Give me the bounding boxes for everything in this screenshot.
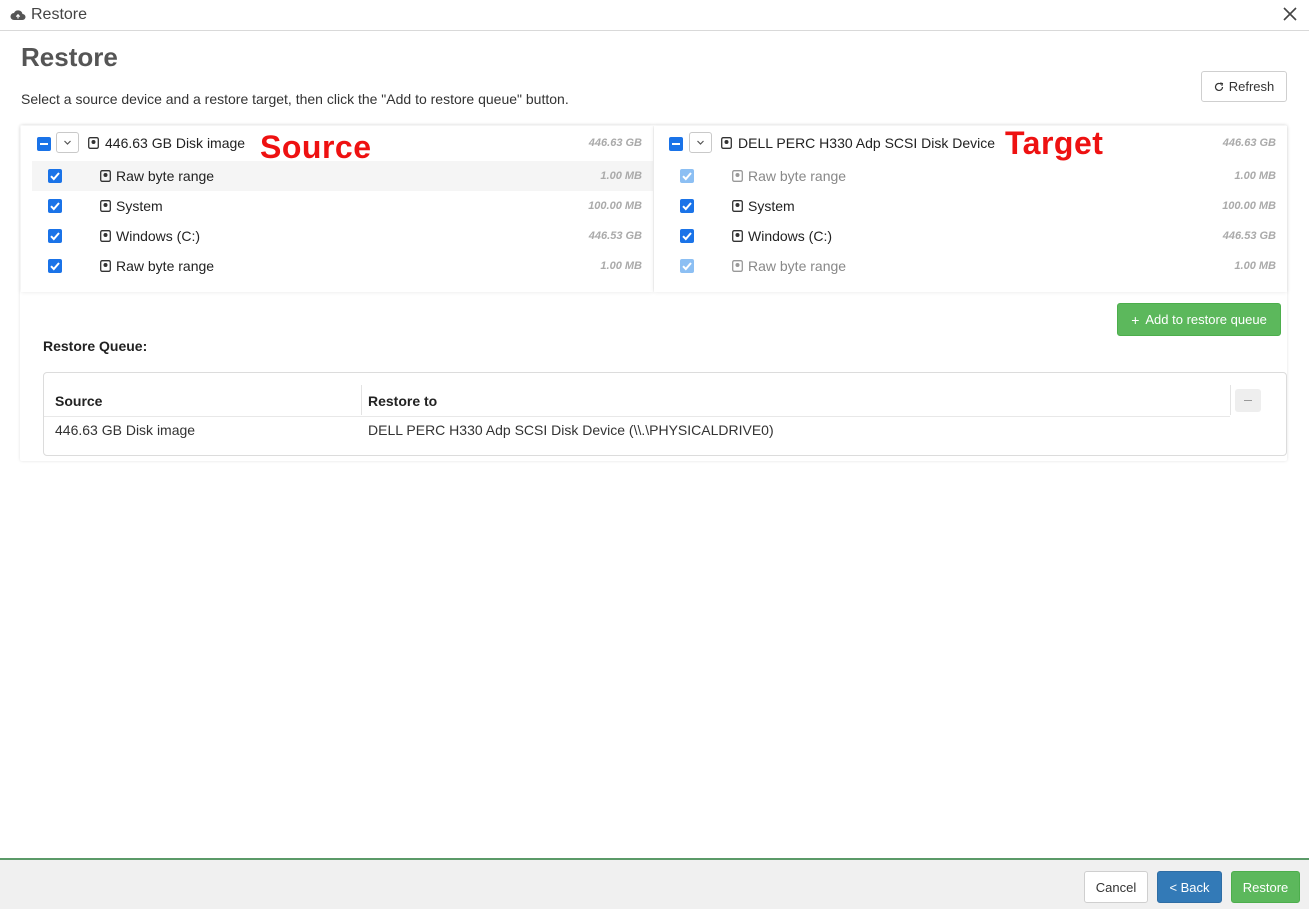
- partition-size: 1.00 MB: [1234, 260, 1276, 272]
- partition-size: 1.00 MB: [1234, 170, 1276, 182]
- partition-size: 100.00 MB: [1222, 200, 1276, 212]
- add-to-restore-queue-button[interactable]: + Add to restore queue: [1117, 303, 1281, 336]
- checkbox[interactable]: [48, 229, 62, 243]
- source-expand-button[interactable]: [56, 132, 79, 153]
- partition-label: System: [748, 198, 795, 214]
- restore-queue-title: Restore Queue:: [43, 338, 148, 354]
- cancel-button[interactable]: Cancel: [1084, 871, 1148, 903]
- disk-icon: [732, 260, 743, 272]
- checkbox[interactable]: [48, 199, 62, 213]
- add-to-restore-queue-label: Add to restore queue: [1145, 312, 1267, 327]
- disk-icon: [100, 170, 111, 182]
- source-partition-row[interactable]: Raw byte range 1.00 MB: [32, 251, 653, 281]
- page-title: Restore: [21, 42, 118, 72]
- target-partition-row: Raw byte range 1.00 MB: [665, 251, 1287, 281]
- disk-icon: [721, 137, 732, 149]
- back-button[interactable]: < Back: [1157, 871, 1222, 903]
- plus-icon: +: [1131, 311, 1140, 328]
- target-partition-row: Raw byte range 1.00 MB: [665, 161, 1287, 191]
- window-titlebar: Restore: [0, 0, 1309, 31]
- checkbox[interactable]: [680, 199, 694, 213]
- dialog-footer: Cancel < Back Restore: [0, 858, 1309, 909]
- queue-source-cell: 446.63 GB Disk image: [55, 422, 196, 438]
- window-title: Restore: [31, 6, 88, 23]
- partition-size: 100.00 MB: [588, 200, 642, 212]
- disk-icon: [100, 200, 111, 212]
- partition-size: 1.00 MB: [600, 260, 642, 272]
- checkbox[interactable]: [48, 169, 62, 183]
- restore-queue-table: Source Restore to 446.63 GB Disk image D…: [43, 372, 1287, 456]
- disk-icon: [88, 137, 99, 149]
- source-partition-row[interactable]: Windows (C:) 446.53 GB: [32, 221, 653, 251]
- minus-icon: [1244, 400, 1252, 401]
- target-device-size: 446.63 GB: [1222, 137, 1276, 149]
- refresh-label: Refresh: [1228, 79, 1275, 94]
- column-header-source[interactable]: Source: [55, 393, 102, 409]
- checkbox[interactable]: [48, 259, 62, 273]
- partition-size: 446.53 GB: [1222, 230, 1276, 242]
- target-device-row[interactable]: DELL PERC H330 Adp SCSI Disk Device Targ…: [654, 125, 1287, 161]
- remove-queue-item-button[interactable]: [1235, 389, 1261, 412]
- source-partition-row[interactable]: Raw byte range 1.00 MB: [32, 161, 653, 191]
- column-divider: [1230, 385, 1231, 415]
- source-device-size: 446.63 GB: [588, 137, 642, 149]
- queue-restore-to-cell: DELL PERC H330 Adp SCSI Disk Device (\\.…: [368, 422, 774, 438]
- disk-icon: [100, 260, 111, 272]
- column-header-restore-to[interactable]: Restore to: [368, 393, 437, 409]
- partition-size: 446.53 GB: [588, 230, 642, 242]
- checkbox[interactable]: [680, 229, 694, 243]
- source-pane: 446.63 GB Disk image Source 446.63 GB Ra…: [21, 126, 653, 292]
- restore-button[interactable]: Restore: [1231, 871, 1300, 903]
- chevron-down-icon: [697, 140, 704, 145]
- partition-label: Raw byte range: [116, 258, 215, 274]
- cloud-icon: [10, 10, 26, 20]
- source-device-checkbox[interactable]: [37, 137, 51, 151]
- disk-icon: [732, 200, 743, 212]
- target-partition-row[interactable]: Windows (C:) 446.53 GB: [665, 221, 1287, 251]
- disk-icon: [732, 170, 743, 182]
- instructions-text: Select a source device and a restore tar…: [21, 91, 569, 107]
- refresh-icon: [1214, 81, 1223, 91]
- disk-icon: [100, 230, 111, 242]
- target-device-label: DELL PERC H330 Adp SCSI Disk Device: [738, 135, 996, 151]
- header-divider: [44, 416, 1230, 417]
- partition-label: Raw byte range: [748, 168, 847, 184]
- refresh-button[interactable]: Refresh: [1201, 71, 1287, 102]
- source-device-row[interactable]: 446.63 GB Disk image Source 446.63 GB: [21, 126, 653, 165]
- source-partition-row[interactable]: System 100.00 MB: [32, 191, 653, 221]
- table-header: Source Restore to: [44, 385, 1286, 416]
- target-pane: DELL PERC H330 Adp SCSI Disk Device Targ…: [654, 125, 1287, 292]
- partition-label: Raw byte range: [116, 168, 215, 184]
- target-expand-button[interactable]: [689, 132, 712, 153]
- disk-icon: [732, 230, 743, 242]
- partition-label: Raw byte range: [748, 258, 847, 274]
- target-partition-row[interactable]: System 100.00 MB: [665, 191, 1287, 221]
- partition-label: System: [116, 198, 163, 214]
- partition-label: Windows (C:): [748, 228, 833, 244]
- target-annotation: Target: [1005, 125, 1104, 161]
- partition-size: 1.00 MB: [600, 170, 642, 182]
- partition-label: Windows (C:): [116, 228, 201, 244]
- chevron-down-icon: [64, 140, 71, 145]
- close-icon[interactable]: [1281, 5, 1299, 23]
- checkbox: [680, 169, 694, 183]
- checkbox: [680, 259, 694, 273]
- target-device-checkbox[interactable]: [669, 137, 683, 151]
- column-divider: [361, 385, 362, 415]
- source-device-label: 446.63 GB Disk image: [105, 135, 246, 151]
